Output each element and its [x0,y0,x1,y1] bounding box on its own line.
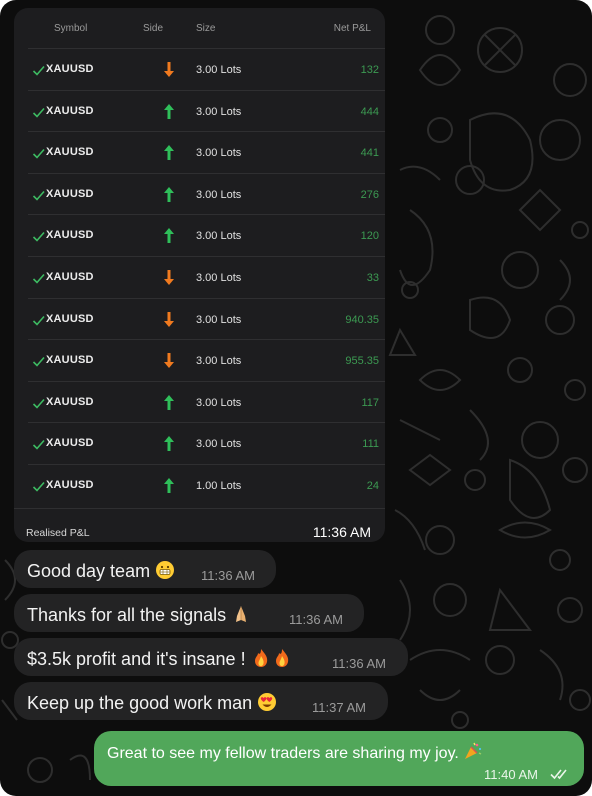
arrow-down-icon [164,353,174,369]
trade-net-pnl: 444 [360,105,379,118]
trade-net-pnl: 24 [366,480,379,492]
trade-size: 3.00 Lots [196,355,242,368]
trade-history-card: Symbol Side Size Net P&L XAUUSD 3.00 Lots… [14,8,385,542]
message-timestamp: 11:36 AM [312,524,371,540]
checkmark-icon [32,440,45,451]
trade-symbol: XAUUSD [46,187,94,200]
trade-size: 3.00 Lots [196,438,242,451]
realised-pnl-label: Realised P&L [26,527,90,539]
message-text: $3.5k profit and it's insane ! [27,648,292,670]
arrow-up-icon [164,103,174,119]
checkmark-icon [32,107,45,118]
trade-row: XAUUSD 3.00 Lots 117 [28,380,385,423]
arrow-up-icon [164,228,174,244]
trade-row: XAUUSD 3.00 Lots 441 [28,131,385,173]
chat-window: Symbol Side Size Net P&L XAUUSD 3.00 Lots… [0,0,592,796]
fire-icon [272,648,292,668]
trade-row: XAUUSD 3.00 Lots 276 [28,172,385,215]
party-popper-icon [463,741,483,761]
checkmark-icon [32,357,45,367]
message-text: Great to see my fellow traders are shari… [107,741,483,763]
column-header-size: Size [196,23,216,34]
trade-net-pnl: 120 [360,230,379,243]
trade-table-header: Symbol Side Size Net P&L [14,8,385,48]
trade-row: XAUUSD 3.00 Lots 132 [28,48,385,90]
folded-hands-icon [231,604,251,624]
trade-net-pnl: 132 [360,64,379,76]
trade-symbol: XAUUSD [46,312,94,325]
message-bubble[interactable]: Keep up the good work man 11:37 AM [14,682,388,720]
arrow-up-icon [164,145,174,161]
message-bubble[interactable]: Thanks for all the signals 11:36 AM [14,594,364,632]
arrow-down-icon [164,311,174,327]
checkmark-icon [32,232,45,243]
fire-icon [251,648,271,668]
trade-symbol: XAUUSD [46,104,94,117]
trade-symbol: XAUUSD [46,395,94,408]
trade-size: 3.00 Lots [196,396,242,409]
column-header-symbol: Symbol [54,23,88,34]
trade-size: 3.00 Lots [196,105,242,118]
trade-net-pnl: 117 [361,396,379,409]
double-check-read-icon [550,769,567,780]
checkmark-icon [32,65,45,76]
trade-row: XAUUSD 3.00 Lots 120 [28,214,385,256]
trade-size: 3.00 Lots [196,313,242,326]
message-text: Good day team [27,560,175,582]
trade-size: 1.00 Lots [196,480,242,492]
message-bubble[interactable]: $3.5k profit and it's insane ! 11:36 AM [14,638,408,676]
trade-size: 3.00 Lots [196,188,242,201]
checkmark-icon [32,273,45,284]
trade-symbol: XAUUSD [46,354,94,367]
trade-symbol: XAUUSD [46,63,94,75]
checkmark-icon [32,190,45,201]
arrow-up-icon [164,478,174,493]
trade-row: XAUUSD 3.00 Lots 955.35 [28,339,385,381]
arrow-down-icon [164,270,174,285]
trade-symbol: XAUUSD [46,271,94,283]
message-timestamp: 11:37 AM [312,700,366,715]
message-bubble[interactable]: Good day team 11:36 AM [14,550,276,588]
trade-size: 3.00 Lots [196,64,242,76]
trade-net-pnl: 111 [362,438,379,451]
trade-net-pnl: 441 [360,147,379,160]
arrow-down-icon [164,62,174,77]
arrow-up-icon [164,436,174,452]
checkmark-icon [32,398,45,409]
trade-symbol: XAUUSD [46,146,94,159]
arrow-up-icon [164,186,174,202]
trade-net-pnl: 940.35 [345,313,379,326]
grimacing-face-icon [155,560,175,580]
trade-net-pnl: 276 [360,188,379,201]
message-text: Keep up the good work man [27,692,277,714]
column-header-net-pnl: Net P&L [333,23,371,34]
trade-row: XAUUSD 3.00 Lots 444 [28,89,385,132]
trade-row: XAUUSD 3.00 Lots 940.35 [28,297,385,340]
arrow-up-icon [164,394,174,410]
message-timestamp: 11:40 AM [484,767,538,782]
trade-size: 3.00 Lots [196,272,242,284]
outgoing-message-bubble[interactable]: Great to see my fellow traders are shari… [94,731,584,786]
trade-card-footer: Realised P&L 11:36 AM [14,508,385,542]
checkmark-icon [32,149,45,159]
trade-symbol: XAUUSD [46,229,94,242]
checkmark-icon [32,481,45,492]
heart-eyes-icon [257,692,277,712]
trade-net-pnl: 955.35 [345,355,379,368]
trade-net-pnl: 33 [366,272,379,284]
checkmark-icon [32,315,45,326]
trade-size: 3.00 Lots [196,147,242,160]
trade-symbol: XAUUSD [46,479,94,491]
message-timestamp: 11:36 AM [289,612,343,627]
trade-size: 3.00 Lots [196,230,242,243]
trade-row: XAUUSD 3.00 Lots 33 [28,256,385,298]
column-header-side: Side [143,23,164,34]
message-timestamp: 11:36 AM [201,568,255,583]
trade-row: XAUUSD 1.00 Lots 24 [28,464,385,506]
message-timestamp: 11:36 AM [332,656,386,671]
message-text: Thanks for all the signals [27,604,251,626]
trade-row: XAUUSD 3.00 Lots 111 [28,422,385,464]
trade-symbol: XAUUSD [46,437,94,450]
